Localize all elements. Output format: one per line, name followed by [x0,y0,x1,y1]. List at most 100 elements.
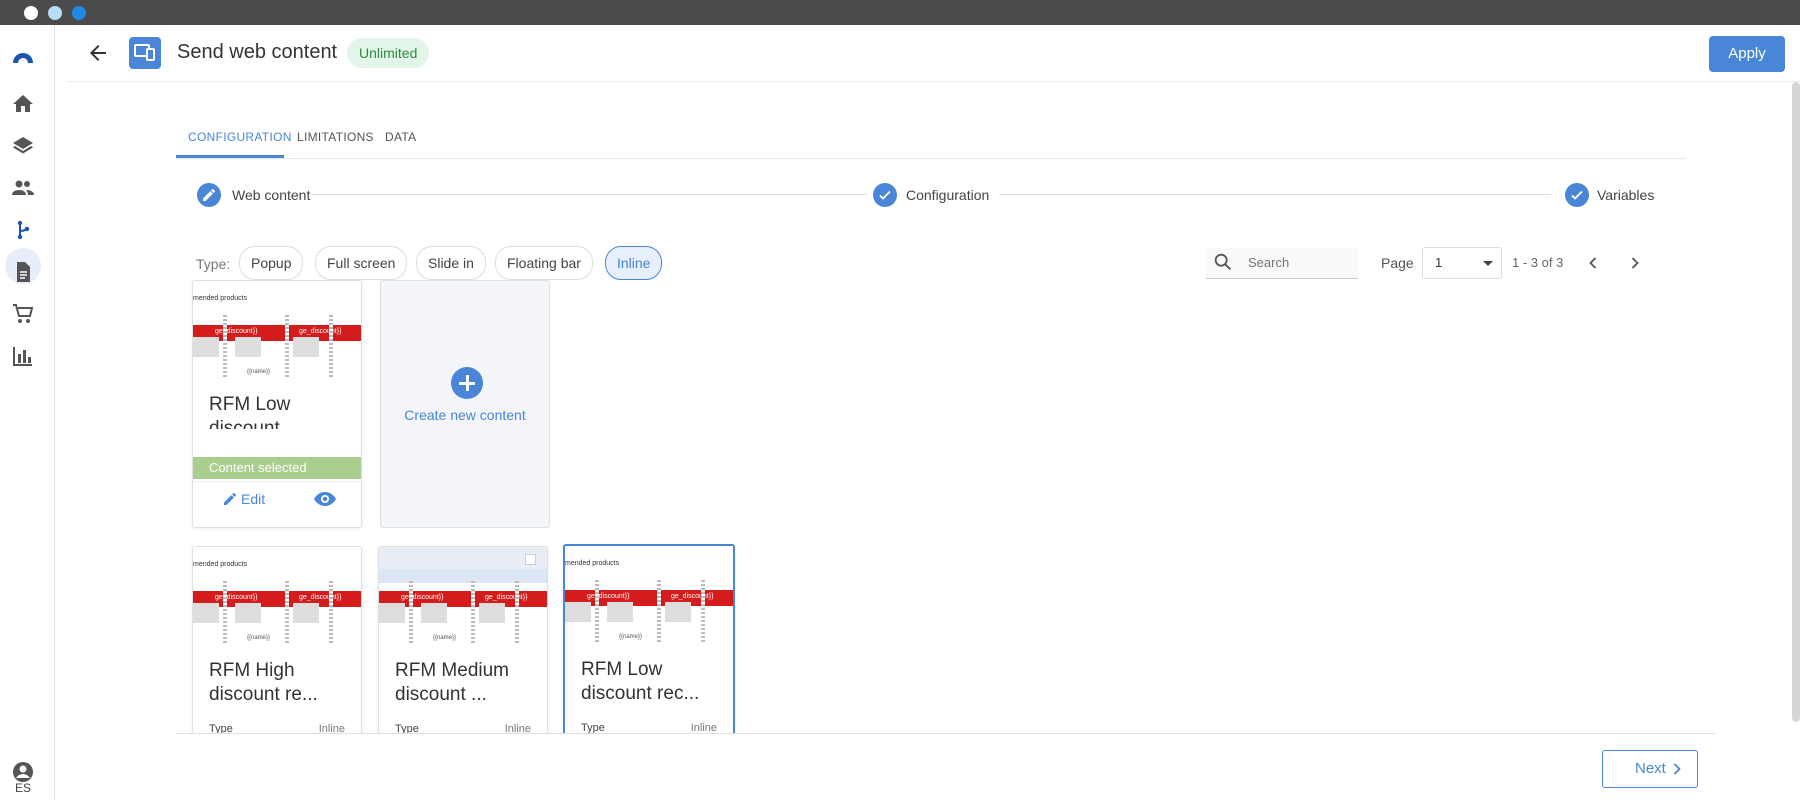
thumbnail-divider [329,315,333,377]
content-selected-label: Content selected [209,460,307,475]
pencil-icon [224,492,237,505]
thumbnail-heading: mended products [193,561,248,568]
card-type-label: Type [209,723,233,734]
status-badge: Unlimited [347,38,430,68]
bar-chart-icon[interactable] [11,344,35,368]
apply-button[interactable]: Apply [1709,36,1785,72]
page-select[interactable]: 1 [1422,247,1502,279]
next-label: Next [1635,760,1666,777]
thumbnail-banner-text: ge_discount}} [215,328,258,335]
type-chip-inline[interactable]: Inline [605,246,663,280]
thumbnail-banner-text: ge_discount}} [671,593,714,600]
thumbnail-name: {{name}} [433,635,457,641]
card-title-line: discount ... [395,684,487,705]
type-chip-full-screen[interactable]: Full screen [315,246,408,280]
tab-bar: CONFIGURATION LIMITATIONS DATA [176,115,1686,159]
document-icon[interactable] [11,260,35,284]
flow-icon[interactable] [11,218,35,242]
step-label-web-content[interactable]: Web content [232,187,310,203]
tab-data[interactable]: DATA [385,130,416,144]
image-placeholder-icon [293,603,319,623]
step-label-configuration[interactable]: Configuration [906,187,989,203]
card-title: RFM Low discount [209,394,291,429]
content-grid: mended products ge_discount}} ge_discoun… [176,280,1716,734]
image-placeholder-icon [665,602,691,622]
content-thumbnail: mended products ge_discount}} ge_discoun… [565,546,733,648]
image-placeholder-icon [193,337,219,357]
thumbnail-banner-text: ge_discount}} [401,594,444,601]
image-placeholder-icon [607,602,633,622]
eye-icon[interactable] [313,491,337,512]
thumbnail-divider [409,581,413,643]
thumbnail-divider [285,315,289,377]
people-icon[interactable] [11,176,35,200]
header: Send web content Unlimited Apply [66,25,1800,82]
thumbnail-edit-marker [525,554,536,565]
sidebar: ES [0,25,55,800]
chevron-left-icon[interactable] [1583,253,1603,273]
thumbnail-toolbar [379,547,547,569]
plus-icon [451,367,483,399]
thumbnail-name: {{name}} [247,635,271,641]
tab-limitations[interactable]: LIMITATIONS [297,130,374,144]
chevron-right-icon[interactable] [1625,253,1645,273]
thumbnail-subbar [379,569,547,583]
card-type-value: Inline [690,722,717,734]
card-actions: Edit [193,481,361,518]
next-button[interactable]: Next [1602,750,1698,788]
window-minimize-dot[interactable] [48,6,62,20]
image-placeholder-icon [235,337,261,357]
vertical-scrollbar[interactable] [1792,82,1800,722]
type-filter-label: Type: [196,256,231,272]
content-selected-bar: Content selected [193,457,361,479]
check-icon[interactable] [873,183,897,207]
step-connector [311,194,867,195]
active-tab-underline [176,155,284,158]
type-chip-popup[interactable]: Popup [239,246,304,280]
window-close-dot[interactable] [24,6,38,20]
page-select-value: 1 [1435,255,1443,270]
search-input[interactable] [1246,254,1350,271]
card-title-line: RFM High [209,660,295,681]
thumbnail-divider [701,580,705,642]
edit-button[interactable]: Edit [223,491,265,507]
type-chip-floating-bar[interactable]: Floating bar [495,246,593,280]
thumbnail-name: {{name}} [619,634,643,640]
home-icon[interactable] [11,92,35,116]
pencil-icon[interactable] [197,183,221,207]
language-indicator[interactable]: ES [0,781,46,795]
search-icon [1214,253,1231,270]
thumbnail-banner-text: ge_discount}} [299,594,342,601]
image-placeholder-icon [379,603,405,623]
chevron-right-icon [1673,763,1681,775]
image-placeholder-icon [235,603,261,623]
thumbnail-name: {{name}} [247,369,271,375]
back-arrow-icon[interactable] [86,41,110,65]
selected-content-card[interactable]: mended products ge_discount}} ge_discoun… [192,280,362,528]
caret-down-icon [1483,261,1493,266]
window-maximize-dot[interactable] [72,6,86,20]
tab-configuration[interactable]: CONFIGURATION [188,130,292,144]
thumbnail-heading: mended products [565,560,620,567]
content-card-rfm-medium[interactable]: ge_discount}} ge_discount}} {{name}} RFM… [378,546,548,733]
type-chip-slide-in[interactable]: Slide in [416,246,486,280]
layers-icon[interactable] [11,134,35,158]
cart-icon[interactable] [11,302,35,326]
step-label-variables[interactable]: Variables [1597,187,1654,203]
content-thumbnail: mended products ge_discount}} ge_discoun… [193,547,361,649]
card-type-value: Inline [318,723,345,734]
image-placeholder-icon [479,603,505,623]
card-title-line: discount rec... [581,683,700,704]
page-label: Page [1381,255,1414,271]
create-new-content-card[interactable]: Create new content [380,280,550,528]
check-icon[interactable] [1565,183,1589,207]
page-title: Send web content [177,41,338,63]
thumbnail-divider [285,581,289,643]
content-card-rfm-high[interactable]: mended products ge_discount}} ge_discoun… [192,546,362,734]
logo-icon[interactable] [11,43,35,67]
image-placeholder-icon [565,602,591,622]
content-card-rfm-low[interactable]: mended products ge_discount}} ge_discoun… [563,544,735,734]
image-placeholder-icon [193,603,219,623]
web-content-icon [129,37,161,69]
thumbnail-banner-text: ge_discount}} [299,328,342,335]
